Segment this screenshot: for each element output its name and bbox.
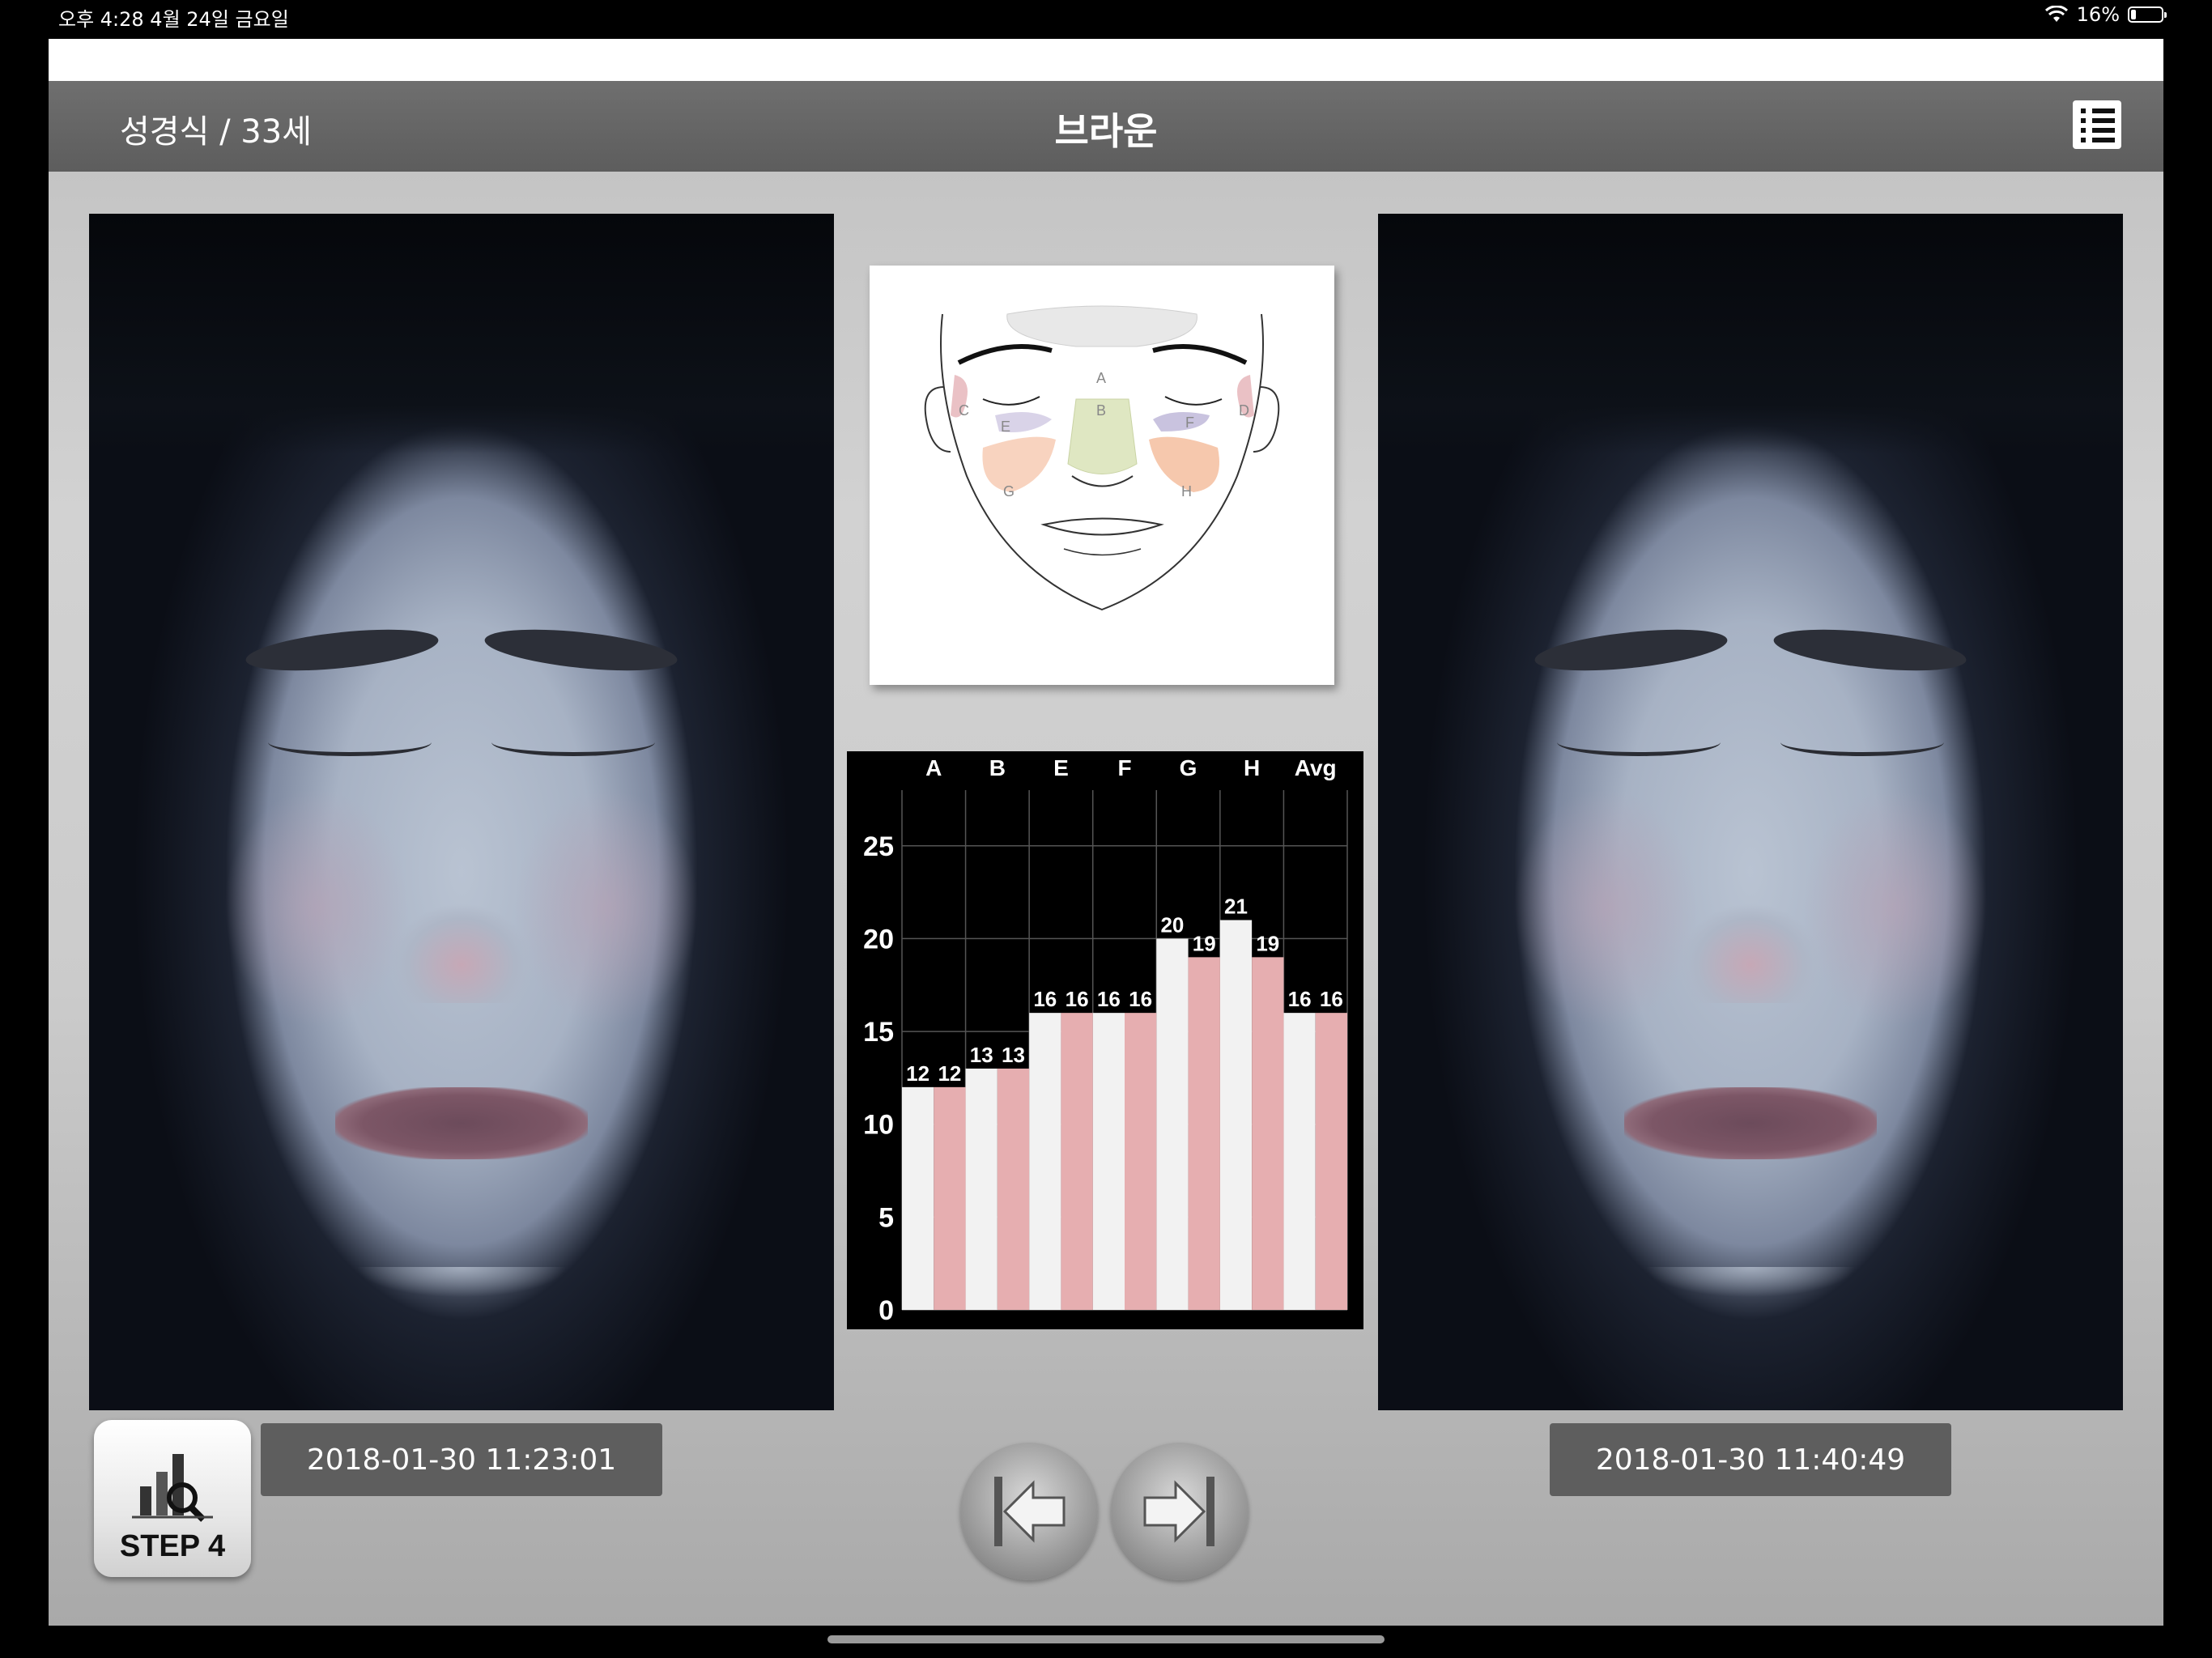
y-tick-label: 0 xyxy=(878,1295,894,1326)
bar xyxy=(1125,1013,1157,1310)
zone-label-d: D xyxy=(1239,402,1249,419)
category-label: G xyxy=(1180,755,1197,780)
bar xyxy=(934,1086,966,1310)
timestamp-after: 2018-01-30 11:40:49 xyxy=(1550,1423,1951,1496)
home-indicator xyxy=(827,1635,1385,1643)
header-bar: 성경식 / 33세 브라운 xyxy=(49,81,2163,172)
category-label: A xyxy=(925,755,942,780)
bar-value-label: 16 xyxy=(1033,987,1057,1011)
bar-value-label: 16 xyxy=(1288,987,1312,1011)
battery-percent: 16% xyxy=(2076,3,2120,26)
bar xyxy=(902,1086,934,1310)
bar-value-label: 21 xyxy=(1224,895,1248,919)
category-label: F xyxy=(1117,755,1131,780)
y-tick-label: 15 xyxy=(863,1017,894,1048)
app-frame: 성경식 / 33세 브라운 A B C D E F G H 0 5 10 15 … xyxy=(49,39,2163,1626)
timestamp-before: 2018-01-30 11:23:01 xyxy=(261,1423,662,1496)
zone-label-h: H xyxy=(1181,483,1192,500)
status-bar: 오후 4:28 4월 24일 금요일 16% xyxy=(0,0,2212,36)
next-button[interactable] xyxy=(1111,1443,1249,1580)
battery-fill xyxy=(2131,10,2136,19)
bar xyxy=(1252,957,1284,1310)
status-time-date: 오후 4:28 4월 24일 금요일 xyxy=(58,8,289,31)
chart-search-icon xyxy=(132,1454,213,1522)
y-tick-label: 10 xyxy=(863,1110,894,1141)
bar xyxy=(1283,1013,1316,1310)
bar xyxy=(1029,1013,1061,1310)
step-4-button[interactable]: STEP 4 xyxy=(94,1420,251,1577)
zone-label-e: E xyxy=(1001,419,1010,435)
bar-value-label: 20 xyxy=(1160,912,1184,937)
bar xyxy=(965,1068,998,1310)
bar-value-label: 19 xyxy=(1193,931,1216,955)
bar-value-label: 12 xyxy=(938,1061,961,1086)
category-label: Avg xyxy=(1295,755,1337,780)
zone-label-a: A xyxy=(1096,370,1106,386)
bar xyxy=(1061,1013,1093,1310)
category-label: H xyxy=(1244,755,1260,780)
page-title: 브라운 xyxy=(1054,109,1158,153)
bar-value-label: 16 xyxy=(1129,987,1152,1011)
zone-label-f: F xyxy=(1185,414,1194,431)
bar xyxy=(1219,920,1253,1310)
y-tick-label: 25 xyxy=(863,831,894,862)
zone-label-c: C xyxy=(959,402,969,419)
zone-label-g: G xyxy=(1003,483,1015,500)
step-label: STEP 4 xyxy=(119,1529,226,1563)
bar xyxy=(997,1068,1030,1310)
category-label: B xyxy=(989,755,1006,780)
skip-back-icon xyxy=(994,1477,1066,1546)
bar xyxy=(1092,1013,1125,1310)
bar-value-label: 13 xyxy=(970,1043,993,1067)
bar-value-label: 12 xyxy=(906,1061,929,1086)
bar-value-label: 16 xyxy=(1097,987,1121,1011)
list-icon[interactable] xyxy=(2073,100,2121,149)
bar xyxy=(1156,938,1189,1310)
top-strip xyxy=(49,39,2163,81)
bar-value-label: 16 xyxy=(1320,987,1343,1011)
y-tick-label: 5 xyxy=(878,1202,894,1233)
bar xyxy=(1315,1013,1347,1310)
brown-spot-chart: 0 5 10 15 20 25 A B E F G H Avg 12 13 16 16 20 21 16 12 13 16 1… xyxy=(847,751,1363,1329)
bar-value-label: 19 xyxy=(1256,931,1279,955)
bar-value-label: 16 xyxy=(1066,987,1089,1011)
zone-label-b: B xyxy=(1096,402,1106,419)
face-photo-before[interactable] xyxy=(89,214,834,1410)
category-label: E xyxy=(1053,755,1069,780)
face-zone-diagram: A B C D E F G H xyxy=(870,266,1334,685)
wifi-icon xyxy=(2044,6,2068,22)
face-photo-after[interactable] xyxy=(1378,214,2123,1410)
previous-button[interactable] xyxy=(960,1443,1098,1580)
bar xyxy=(1188,957,1220,1310)
skip-forward-icon xyxy=(1143,1477,1214,1546)
bar-value-label: 13 xyxy=(1002,1043,1025,1067)
y-tick-label: 20 xyxy=(863,924,894,954)
status-right: 16% xyxy=(2044,3,2167,26)
battery-icon xyxy=(2128,6,2167,23)
